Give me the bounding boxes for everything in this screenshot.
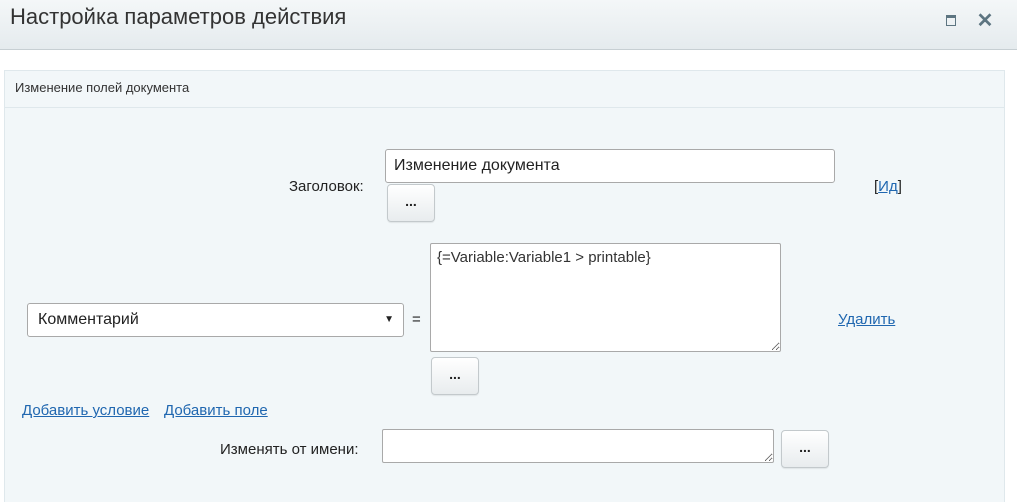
id-link-wrapper: [Ид] [874,178,902,195]
panel-header: Изменение полей документа [5,71,1004,108]
add-condition-link[interactable]: Добавить условие [22,402,149,419]
id-link[interactable]: Ид [878,178,898,195]
field-select[interactable]: Комментарий ▼ [27,303,404,337]
chevron-down-icon: ▼ [384,314,394,325]
id-bracket-close: ] [897,178,902,195]
modify-by-textarea[interactable] [382,429,774,463]
field-dots-button[interactable]: ... [431,357,479,395]
modify-by-label: Изменять от имени: [220,441,359,458]
delete-link[interactable]: Удалить [838,311,895,328]
field-select-value: Комментарий [38,311,139,328]
equals-sign: = [412,311,421,328]
modify-by-dots-button[interactable]: ... [781,430,829,468]
field-value-textarea[interactable]: {=Variable:Variable1 > printable} [430,243,781,352]
title-label: Заголовок: [289,178,364,195]
title-input[interactable] [385,149,835,183]
title-dots-button[interactable]: ... [387,184,435,222]
dialog-title: Настройка параметров действия [10,4,347,29]
dialog-titlebar: Настройка параметров действия ✕ [0,0,1017,50]
add-field-link[interactable]: Добавить поле [164,402,268,419]
maximize-icon[interactable] [941,10,961,30]
panel-title: Изменение полей документа [15,80,190,95]
close-icon[interactable]: ✕ [975,10,995,32]
